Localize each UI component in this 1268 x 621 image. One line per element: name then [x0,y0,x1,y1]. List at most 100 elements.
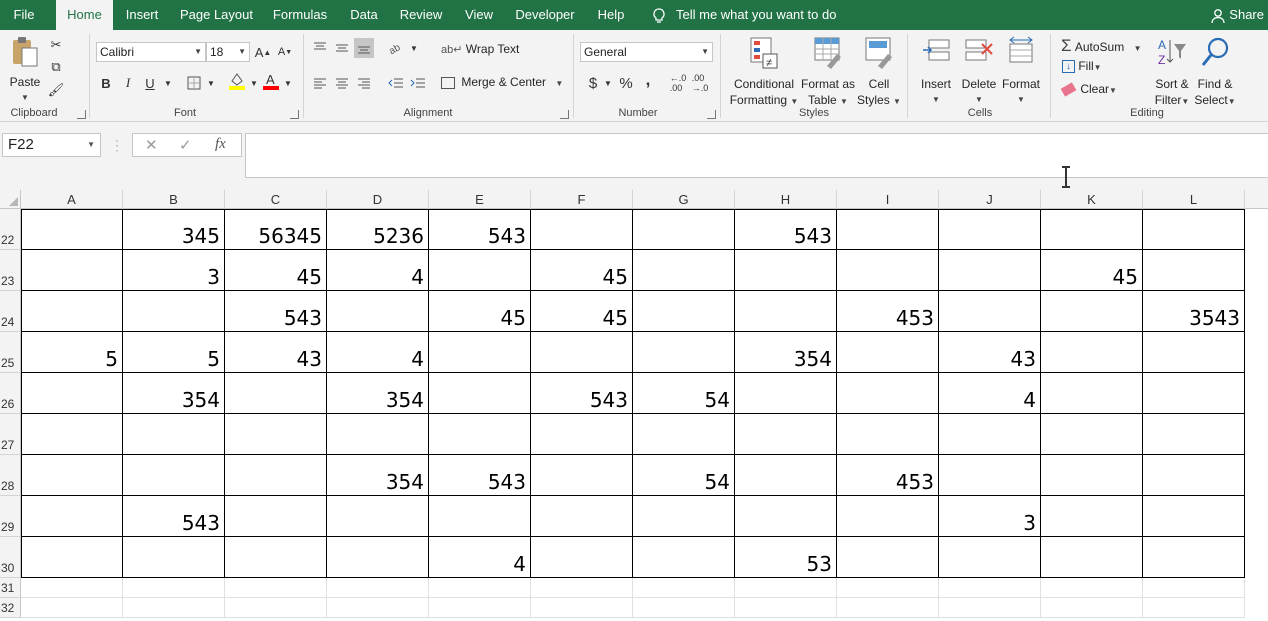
name-box[interactable]: F22 ▼ [2,133,101,157]
cell-a26[interactable] [21,373,123,414]
cell-h25[interactable]: 354 [735,332,837,373]
number-format-select[interactable]: General ▼ [580,42,713,62]
cell-k31[interactable] [1041,578,1143,598]
cell-i22[interactable] [837,209,939,250]
cell-k32[interactable] [1041,598,1143,618]
row-header-32[interactable]: 32 [0,598,21,618]
cell-c29[interactable] [225,496,327,537]
cell-a23[interactable] [21,250,123,291]
bold-button[interactable]: B [96,73,116,93]
cell-a31[interactable] [21,578,123,598]
tab-developer[interactable]: Developer [508,0,582,30]
cell-f25[interactable] [531,332,633,373]
cell-b30[interactable] [123,537,225,578]
cell-i24[interactable]: 453 [837,291,939,332]
column-header-j[interactable]: J [939,190,1041,209]
column-header-a[interactable]: A [21,190,123,209]
tab-view[interactable]: View [457,0,501,30]
font-launcher-icon[interactable] [290,110,299,119]
insert-function-button[interactable]: fx [215,136,226,153]
delete-button[interactable]: Delete ▼ [958,36,1000,108]
autosum-button[interactable]: Σ AutoSum ▼ [1061,36,1141,56]
row-header-31[interactable]: 31 [0,578,21,598]
cell-c26[interactable] [225,373,327,414]
cell-f28[interactable] [531,455,633,496]
cell-f29[interactable] [531,496,633,537]
merge-center-button[interactable]: Merge & Center ▼ [441,75,563,89]
tab-review[interactable]: Review [393,0,449,30]
cell-b32[interactable] [123,598,225,618]
italic-button[interactable]: I [118,73,138,93]
cell-e26[interactable] [429,373,531,414]
select-all-button[interactable] [0,190,21,209]
cell-a28[interactable] [21,455,123,496]
formula-input[interactable] [245,133,1268,178]
cell-h29[interactable] [735,496,837,537]
cell-h26[interactable] [735,373,837,414]
cell-f23[interactable]: 45 [531,250,633,291]
cell-e22[interactable]: 543 [429,209,531,250]
cell-b28[interactable] [123,455,225,496]
cell-l27[interactable] [1143,414,1245,455]
format-as-table-button[interactable]: Format as Table ▼ [800,36,856,110]
increase-decimal-icon[interactable]: ←.0.00 [668,73,688,93]
cell-g28[interactable]: 54 [633,455,735,496]
cell-g29[interactable] [633,496,735,537]
cell-j29[interactable]: 3 [939,496,1041,537]
cell-g26[interactable]: 54 [633,373,735,414]
font-name-select[interactable]: Calibri ▼ [96,42,206,62]
row-header-24[interactable]: 24 [0,291,21,332]
cell-k26[interactable] [1041,373,1143,414]
tab-data[interactable]: Data [342,0,386,30]
cell-h28[interactable] [735,455,837,496]
cell-h31[interactable] [735,578,837,598]
cell-e24[interactable]: 45 [429,291,531,332]
column-header-m[interactable] [1245,190,1268,209]
cell-c22[interactable]: 56345 [225,209,327,250]
cell-f26[interactable]: 543 [531,373,633,414]
cell-h24[interactable] [735,291,837,332]
spreadsheet-grid[interactable]: A B C D E F G H I J K L 22 345 56345 5236 543 543 23 3 45 4 45… [0,190,1268,621]
cell-k24[interactable] [1041,291,1143,332]
cell-b22[interactable]: 345 [123,209,225,250]
grow-font-icon[interactable]: A ▲ [253,42,273,62]
cell-d32[interactable] [327,598,429,618]
column-header-g[interactable]: G [633,190,735,209]
cell-e29[interactable] [429,496,531,537]
cell-i25[interactable] [837,332,939,373]
cell-k29[interactable] [1041,496,1143,537]
cell-j25[interactable]: 43 [939,332,1041,373]
cell-i26[interactable] [837,373,939,414]
row-header-23[interactable]: 23 [0,250,21,291]
cell-e28[interactable]: 543 [429,455,531,496]
cell-l24[interactable]: 3543 [1143,291,1245,332]
column-header-l[interactable]: L [1143,190,1245,209]
cell-e23[interactable] [429,250,531,291]
cell-i29[interactable] [837,496,939,537]
cell-l22[interactable] [1143,209,1245,250]
cell-k22[interactable] [1041,209,1143,250]
tab-insert[interactable]: Insert [118,0,166,30]
cell-e30[interactable]: 4 [429,537,531,578]
copy-icon[interactable]: ⧉ [46,57,66,77]
format-painter-icon[interactable]: 🖌 [46,80,66,100]
cell-b29[interactable]: 543 [123,496,225,537]
column-header-i[interactable]: I [837,190,939,209]
cell-d27[interactable] [327,414,429,455]
cell-f27[interactable] [531,414,633,455]
row-header-29[interactable]: 29 [0,496,21,537]
cell-j31[interactable] [939,578,1041,598]
cell-g25[interactable] [633,332,735,373]
cell-c24[interactable]: 543 [225,291,327,332]
insert-button[interactable]: Insert ▼ [914,36,958,108]
column-header-h[interactable]: H [735,190,837,209]
underline-button[interactable]: U [140,73,160,93]
cell-f24[interactable]: 45 [531,291,633,332]
cell-l31[interactable] [1143,578,1245,598]
cell-f22[interactable] [531,209,633,250]
column-header-k[interactable]: K [1041,190,1143,209]
find-select-button[interactable]: Find & Select▼ [1194,36,1236,110]
cell-b23[interactable]: 3 [123,250,225,291]
percent-button[interactable]: % [616,73,636,93]
cell-d29[interactable] [327,496,429,537]
